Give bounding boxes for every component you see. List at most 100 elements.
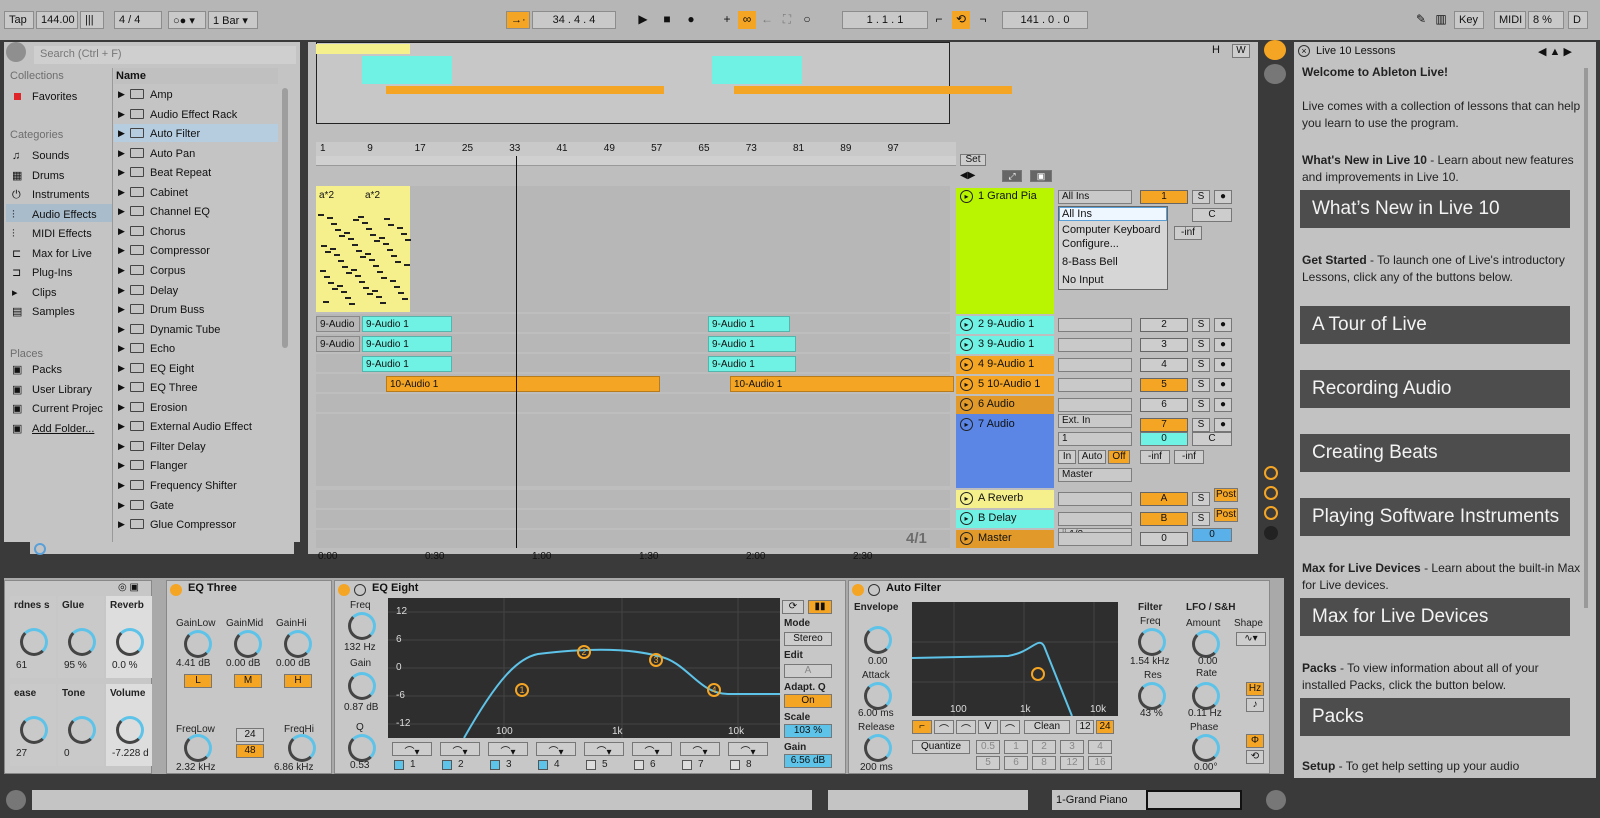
routing-box[interactable] — [1058, 338, 1132, 352]
tempo-field[interactable]: 144.00 — [36, 11, 78, 29]
browser-item[interactable]: Glue Compressor — [150, 516, 236, 534]
eq8-band-toggle[interactable] — [682, 760, 692, 770]
audio-clip[interactable]: 9-Audio — [316, 336, 360, 352]
expand-arrow-icon[interactable]: ▶ — [118, 245, 125, 256]
expand-arrow-icon[interactable]: ▶ — [118, 89, 125, 100]
track-activator[interactable]: 7 — [1140, 418, 1188, 432]
track-name[interactable]: A Reverb — [956, 490, 1056, 506]
loop-brace-lane[interactable] — [316, 156, 956, 166]
track-name[interactable]: B Delay — [956, 510, 1056, 526]
af-quantize-value[interactable]: 3 — [1060, 740, 1084, 754]
af-filter-type-icon[interactable]: V — [978, 720, 998, 734]
eq3-slope-48[interactable]: 48 — [236, 744, 264, 758]
post-button-b[interactable]: Post — [1214, 508, 1238, 522]
help-scrollbar[interactable] — [1584, 68, 1588, 608]
eq3-kill-button[interactable]: H — [284, 674, 312, 688]
track-activator[interactable]: 6 — [1140, 398, 1188, 412]
eq3-kill-button[interactable]: M — [234, 674, 262, 688]
return-lane-a[interactable] — [316, 490, 950, 508]
lock-icon[interactable]: ▣ — [1030, 170, 1052, 182]
height-button[interactable]: H — [1212, 44, 1230, 58]
return-lane-b[interactable] — [316, 510, 950, 528]
browser-item[interactable]: Dynamic Tube — [150, 321, 220, 339]
punch-out-icon[interactable]: ¬ — [974, 11, 992, 29]
category-samples[interactable]: Samples — [32, 304, 75, 320]
close-icon[interactable]: × — [1298, 45, 1310, 57]
eq8-spectrum-icon[interactable]: ▮▮ — [808, 600, 832, 614]
lesson-recording-button[interactable]: Recording Audio — [1300, 370, 1570, 408]
af-phase-knob[interactable] — [1192, 734, 1220, 762]
browser-item[interactable]: Compressor — [150, 242, 210, 260]
post-button-a[interactable]: Post — [1214, 488, 1238, 502]
punch-in-icon[interactable]: ⌐ — [930, 11, 948, 29]
device-expand-icon[interactable] — [868, 584, 880, 596]
track-activator[interactable]: 3 — [1140, 338, 1188, 352]
browser-item[interactable]: Flanger — [150, 457, 187, 475]
expand-arrow-icon[interactable]: ▶ — [118, 226, 125, 237]
routing-box[interactable] — [1058, 318, 1132, 332]
routing-box[interactable] — [1058, 532, 1132, 546]
input-menu-item[interactable]: 8-Bass Bell — [1062, 256, 1118, 268]
pan-knob-7[interactable]: C — [1192, 432, 1232, 446]
loop-length-field[interactable]: 141 . 0 . 0 — [1002, 11, 1088, 29]
draw-mode-icon[interactable]: ✎ — [1412, 11, 1430, 29]
expand-arrow-icon[interactable]: ▶ — [118, 187, 125, 198]
af-phase-mode-icon[interactable]: Φ — [1246, 734, 1264, 748]
monitor-off-button[interactable]: Off — [1108, 450, 1130, 464]
audio-clip[interactable]: 9-Audio 1 — [708, 336, 796, 352]
audio-clip[interactable]: 9-Audio 1 — [362, 356, 452, 372]
routing-box[interactable] — [1058, 358, 1132, 372]
prev-locator-icon[interactable]: ◀▶ — [960, 170, 975, 181]
device-on-icon[interactable] — [852, 584, 864, 596]
routing-box[interactable] — [1058, 512, 1132, 526]
solo-button[interactable]: S — [1192, 378, 1210, 392]
eq3-freqlow-knob[interactable] — [184, 734, 212, 762]
input-type-dropdown-7[interactable]: Ext. In — [1058, 414, 1132, 428]
eq8-band-toggle[interactable] — [586, 760, 596, 770]
device-hotswap-icon[interactable]: ◎ ▣ — [118, 582, 139, 593]
arm-button[interactable]: ● — [1214, 358, 1232, 372]
af-sync-button[interactable]: ♪ — [1246, 698, 1264, 712]
overdub-icon[interactable]: + — [718, 11, 736, 29]
lesson-m4l-button[interactable]: Max for Live Devices — [1300, 598, 1570, 636]
track-name[interactable]: Master — [956, 530, 1056, 546]
place-item[interactable]: User Library — [32, 382, 92, 398]
lesson-instruments-button[interactable]: Playing Software Instruments — [1300, 498, 1570, 536]
eq8-band-filter-type[interactable]: ⌒▾ — [392, 742, 432, 758]
af-slope-24[interactable]: 24 — [1096, 720, 1114, 734]
automation-arm-icon[interactable]: ∞ — [738, 11, 756, 29]
eq8-band-filter-type[interactable]: ⌒▾ — [488, 742, 528, 758]
browser-scrollbar[interactable] — [282, 88, 288, 348]
eq8-band-toggle[interactable] — [394, 760, 404, 770]
glue-knob[interactable] — [68, 628, 96, 656]
expand-arrow-icon[interactable]: ▶ — [118, 167, 125, 178]
eq8-q-knob[interactable] — [348, 734, 376, 762]
eq8-freq-knob[interactable] — [348, 612, 376, 640]
track-activator[interactable]: 4 — [1140, 358, 1188, 372]
solo-button[interactable]: S — [1192, 512, 1210, 526]
browser-item[interactable]: Amp — [150, 86, 173, 104]
loop-switch-icon[interactable]: ⟲ — [952, 11, 970, 29]
browser-item[interactable]: Erosion — [150, 399, 187, 417]
status-toggle-icon[interactable] — [6, 790, 26, 810]
expand-arrow-icon[interactable]: ▶ — [118, 343, 125, 354]
eq8-band-filter-type[interactable]: ⌒▾ — [584, 742, 624, 758]
monitor-in-button[interactable]: In — [1058, 450, 1076, 464]
browser-item[interactable]: Channel EQ — [150, 203, 210, 221]
browser-search-input[interactable]: Search (Ctrl + F) — [34, 46, 296, 64]
category-clips[interactable]: Clips — [32, 285, 56, 301]
eq8-scale-value[interactable]: 103 % — [784, 724, 832, 738]
browser-item[interactable]: Drum Buss — [150, 301, 204, 319]
input-menu-item[interactable]: No Input — [1062, 274, 1104, 286]
collection-favorites[interactable]: Favorites — [32, 89, 77, 105]
master-lane[interactable] — [316, 530, 950, 548]
solo-button[interactable]: S — [1192, 358, 1210, 372]
eq8-band-filter-type[interactable]: ⌒▾ — [440, 742, 480, 758]
track-activator[interactable]: 2 — [1140, 318, 1188, 332]
eq8-band-filter-type[interactable]: ⌒▾ — [632, 742, 672, 758]
eq3-freqhi-knob[interactable] — [288, 734, 316, 762]
set-locator-button[interactable]: Set — [960, 154, 986, 166]
arm-button[interactable]: ● — [1214, 378, 1232, 392]
browser-toggle-icon[interactable] — [6, 42, 26, 62]
af-quantize-button[interactable]: Quantize — [912, 740, 970, 754]
